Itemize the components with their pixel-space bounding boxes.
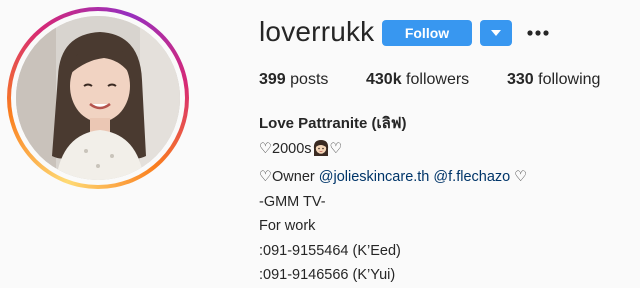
bio-line-3: -GMM TV-: [259, 193, 326, 210]
woman-emoji-icon: [312, 139, 330, 166]
mention-link-jolieskincare[interactable]: @jolieskincare.th: [319, 169, 430, 185]
following-count: 330: [507, 71, 534, 88]
bio-line-5: :091-9155464 (K’Eed): [259, 242, 401, 259]
profile-bio: Love Pattranite (เลิฟ) ♡2000s ♡ ♡Owner @j…: [259, 112, 527, 288]
posts-label: posts: [290, 71, 329, 88]
bio-line-6: :091-9146566 (K’Yui): [259, 267, 396, 283]
avatar-photo: [16, 16, 180, 180]
followers-label: followers: [406, 71, 470, 88]
suggestions-dropdown-button[interactable]: [480, 20, 512, 46]
username: loverrukk: [259, 16, 375, 47]
follow-button[interactable]: Follow: [382, 20, 472, 46]
chevron-down-icon: [491, 30, 501, 36]
story-ring[interactable]: [7, 7, 189, 189]
bio-line-2: ♡Owner @jolieskincare.th @f.flechazo ♡: [259, 169, 528, 185]
followers-stat[interactable]: 430k followers: [366, 71, 469, 89]
posts-count: 399: [259, 71, 286, 88]
following-label: following: [538, 71, 601, 88]
more-options-button[interactable]: [526, 20, 550, 46]
followers-count: 430k: [366, 71, 402, 88]
more-options-icon: [527, 30, 549, 36]
full-name: Love Pattranite (เลิฟ): [259, 115, 407, 132]
avatar[interactable]: [16, 16, 180, 180]
mention-link-flechazo[interactable]: @f.flechazo: [433, 169, 510, 185]
bio-line-1: ♡2000s ♡: [259, 137, 527, 166]
posts-stat: 399 posts: [259, 71, 328, 89]
bio-line-4: For work: [259, 218, 316, 234]
following-stat[interactable]: 330 following: [507, 71, 600, 89]
